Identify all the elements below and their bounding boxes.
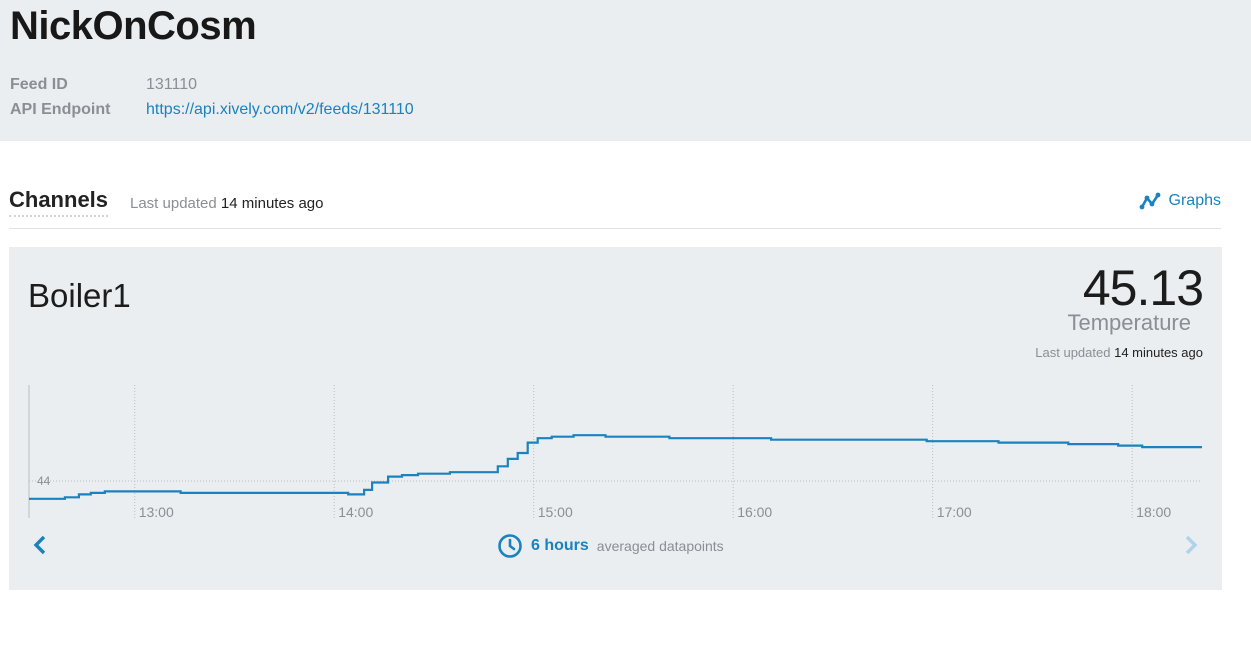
chart-series-line <box>29 434 1202 500</box>
channel-updated-prefix: Last updated <box>1035 345 1111 360</box>
channels-last-updated: Last updated 14 minutes ago <box>130 195 324 212</box>
chart-x-tick-label: 14:00 <box>338 504 373 520</box>
api-endpoint-link[interactable]: https://api.xively.com/v2/feeds/131110 <box>146 101 414 118</box>
feed-header: NickOnCosm Feed ID 131110 API Endpoint h… <box>0 0 1251 141</box>
temperature-chart[interactable]: 13:00 14:00 15:00 16:00 17:00 18:00 44 <box>9 377 1222 527</box>
chart-y-tick-label: 44 <box>37 474 51 488</box>
channel-name: Boiler1 <box>28 277 131 314</box>
channel-card: Boiler1 45.13 Temperature Last updated 1… <box>9 247 1222 590</box>
channels-updated-prefix: Last updated <box>130 195 217 212</box>
graphs-label: Graphs <box>1168 192 1221 209</box>
channel-last-updated: Last updated 14 minutes ago <box>1035 345 1203 360</box>
channels-updated-value: 14 minutes ago <box>220 195 324 212</box>
chevron-left-icon[interactable] <box>29 533 53 557</box>
chart-x-tick-label: 16:00 <box>737 504 772 520</box>
clock-icon <box>498 534 522 558</box>
feed-id-label: Feed ID <box>10 76 68 93</box>
duration-selector[interactable]: 6 hours averaged datapoints <box>497 533 724 559</box>
chart-x-tick-label: 13:00 <box>139 504 174 520</box>
duration-description: averaged datapoints <box>596 538 724 554</box>
api-endpoint-label: API Endpoint <box>10 101 111 118</box>
graph-line-icon <box>1139 192 1160 210</box>
duration-value: 6 hours <box>531 537 589 554</box>
channel-updated-value: 14 minutes ago <box>1114 345 1203 360</box>
feed-id-value: 131110 <box>146 76 198 93</box>
channel-unit: Temperature <box>1067 310 1191 335</box>
chart-x-tick-label: 17:00 <box>937 504 972 520</box>
channels-title: Channels <box>9 187 109 217</box>
feed-title: NickOnCosm <box>10 4 257 48</box>
chart-x-tick-label: 15:00 <box>538 504 573 520</box>
graphs-button[interactable]: Graphs <box>1139 192 1221 210</box>
channels-bar: Channels Last updated 14 minutes ago Gra… <box>9 184 1221 229</box>
chart-x-tick-label: 18:00 <box>1136 504 1171 520</box>
channel-current-value: 45.13 <box>1082 260 1204 316</box>
chevron-right-icon[interactable] <box>1178 533 1202 557</box>
